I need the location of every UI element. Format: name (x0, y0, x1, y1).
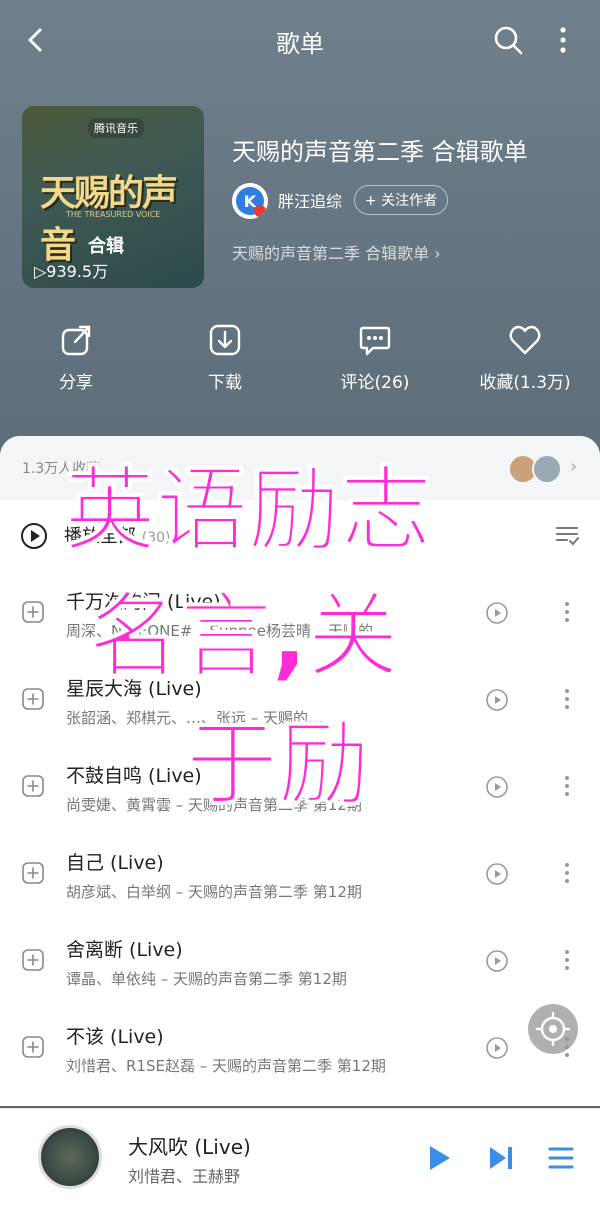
avatar (532, 454, 562, 484)
add-to-list-icon[interactable] (22, 949, 44, 971)
song-title: 自己 (Live) (66, 852, 164, 874)
collect-button[interactable]: 收藏(1.3万) (465, 322, 585, 393)
list-manage-icon[interactable] (554, 522, 580, 548)
collector-avatars (508, 454, 562, 484)
watermark-line-1: 英语励志 (63, 457, 433, 565)
author-avatar[interactable]: K (232, 183, 268, 219)
mv-play-icon[interactable] (485, 862, 509, 886)
cover-brand-label: 腾讯音乐 (88, 118, 144, 138)
song-meta: 胡彦斌、白举纲 – 天赐的声音第二季 第12期 (66, 883, 362, 901)
more-options-icon[interactable] (560, 947, 574, 973)
song-title: 舍离断 (Live) (66, 939, 183, 961)
follow-author-button[interactable]: + 关注作者 (354, 185, 448, 215)
cover-subtitle: THE TREASURED VOICE (66, 210, 161, 219)
play-circle-icon (21, 523, 47, 549)
playlist-queue-icon[interactable] (546, 1143, 576, 1173)
locate-current-button[interactable] (528, 1004, 578, 1054)
song-row[interactable]: 不该 (Live) 刘惜君、R1SE赵磊 – 天赐的声音第二季 第12期 (0, 1005, 600, 1091)
download-button[interactable]: 下载 (165, 322, 285, 393)
song-row[interactable]: 舍离断 (Live) 谭晶、单依纯 – 天赐的声音第二季 第12期 (0, 918, 600, 1004)
mv-play-icon[interactable] (485, 601, 509, 625)
mv-play-icon[interactable] (485, 949, 509, 973)
share-icon (61, 325, 91, 356)
more-options-icon[interactable] (560, 860, 574, 886)
download-icon (209, 324, 241, 356)
more-vertical-icon[interactable] (548, 22, 578, 58)
more-options-icon[interactable] (560, 599, 574, 625)
watermark-line-3: 于励 (185, 711, 371, 819)
playlist-cover[interactable]: 腾讯音乐 天赐的声音 THE TREASURED VOICE 合辑 ▷939.5… (22, 106, 204, 288)
next-track-icon[interactable] (486, 1143, 516, 1173)
add-to-list-icon[interactable] (22, 601, 44, 623)
now-playing-artist: 刘惜君、王赫野 (128, 1167, 241, 1186)
now-playing-cover[interactable] (38, 1125, 102, 1189)
song-meta: 刘惜君、R1SE赵磊 – 天赐的声音第二季 第12期 (66, 1057, 386, 1075)
add-to-list-icon[interactable] (22, 775, 44, 797)
comment-button[interactable]: 评论(26) (315, 322, 435, 393)
mv-play-icon[interactable] (485, 775, 509, 799)
top-bar: 歌单 (0, 0, 600, 80)
song-title: 不鼓自鸣 (Live) (66, 765, 202, 787)
playlist-description[interactable]: 天赐的声音第二季 合辑歌单 › (232, 240, 441, 264)
heart-icon (509, 325, 541, 355)
mini-player[interactable]: 大风吹 (Live) 刘惜君、王赫野 (0, 1108, 600, 1211)
chevron-right-icon: › (570, 456, 578, 477)
cover-tag: 合辑 (88, 236, 124, 257)
play-icon[interactable] (424, 1143, 454, 1173)
comment-icon (359, 326, 391, 356)
add-to-list-icon[interactable] (22, 1036, 44, 1058)
add-to-list-icon[interactable] (22, 862, 44, 884)
more-options-icon[interactable] (560, 773, 574, 799)
mv-play-icon[interactable] (485, 688, 509, 712)
add-to-list-icon[interactable] (22, 688, 44, 710)
share-label: 分享 (59, 373, 93, 393)
mv-play-icon[interactable] (485, 1036, 509, 1060)
song-row[interactable]: 自己 (Live) 胡彦斌、白举纲 – 天赐的声音第二季 第12期 (0, 831, 600, 917)
collect-label: 收藏(1.3万) (479, 373, 571, 393)
target-icon (535, 1011, 571, 1047)
song-meta: 谭晶、单依纯 – 天赐的声音第二季 第12期 (66, 970, 347, 988)
play-count: ▷939.5万 (34, 262, 109, 281)
now-playing-title: 大风吹 (Live) (128, 1135, 251, 1159)
playlist-title: 天赐的声音第二季 合辑歌单 (232, 138, 528, 166)
search-icon[interactable] (490, 22, 526, 58)
download-label: 下载 (208, 373, 242, 393)
song-title: 不该 (Live) (66, 1026, 164, 1048)
comment-label: 评论(26) (340, 373, 410, 393)
author-name[interactable]: 胖汪追综 (278, 188, 342, 212)
share-button[interactable]: 分享 (16, 322, 136, 393)
watermark-line-2: 名言,关 (88, 583, 400, 691)
more-options-icon[interactable] (560, 686, 574, 712)
